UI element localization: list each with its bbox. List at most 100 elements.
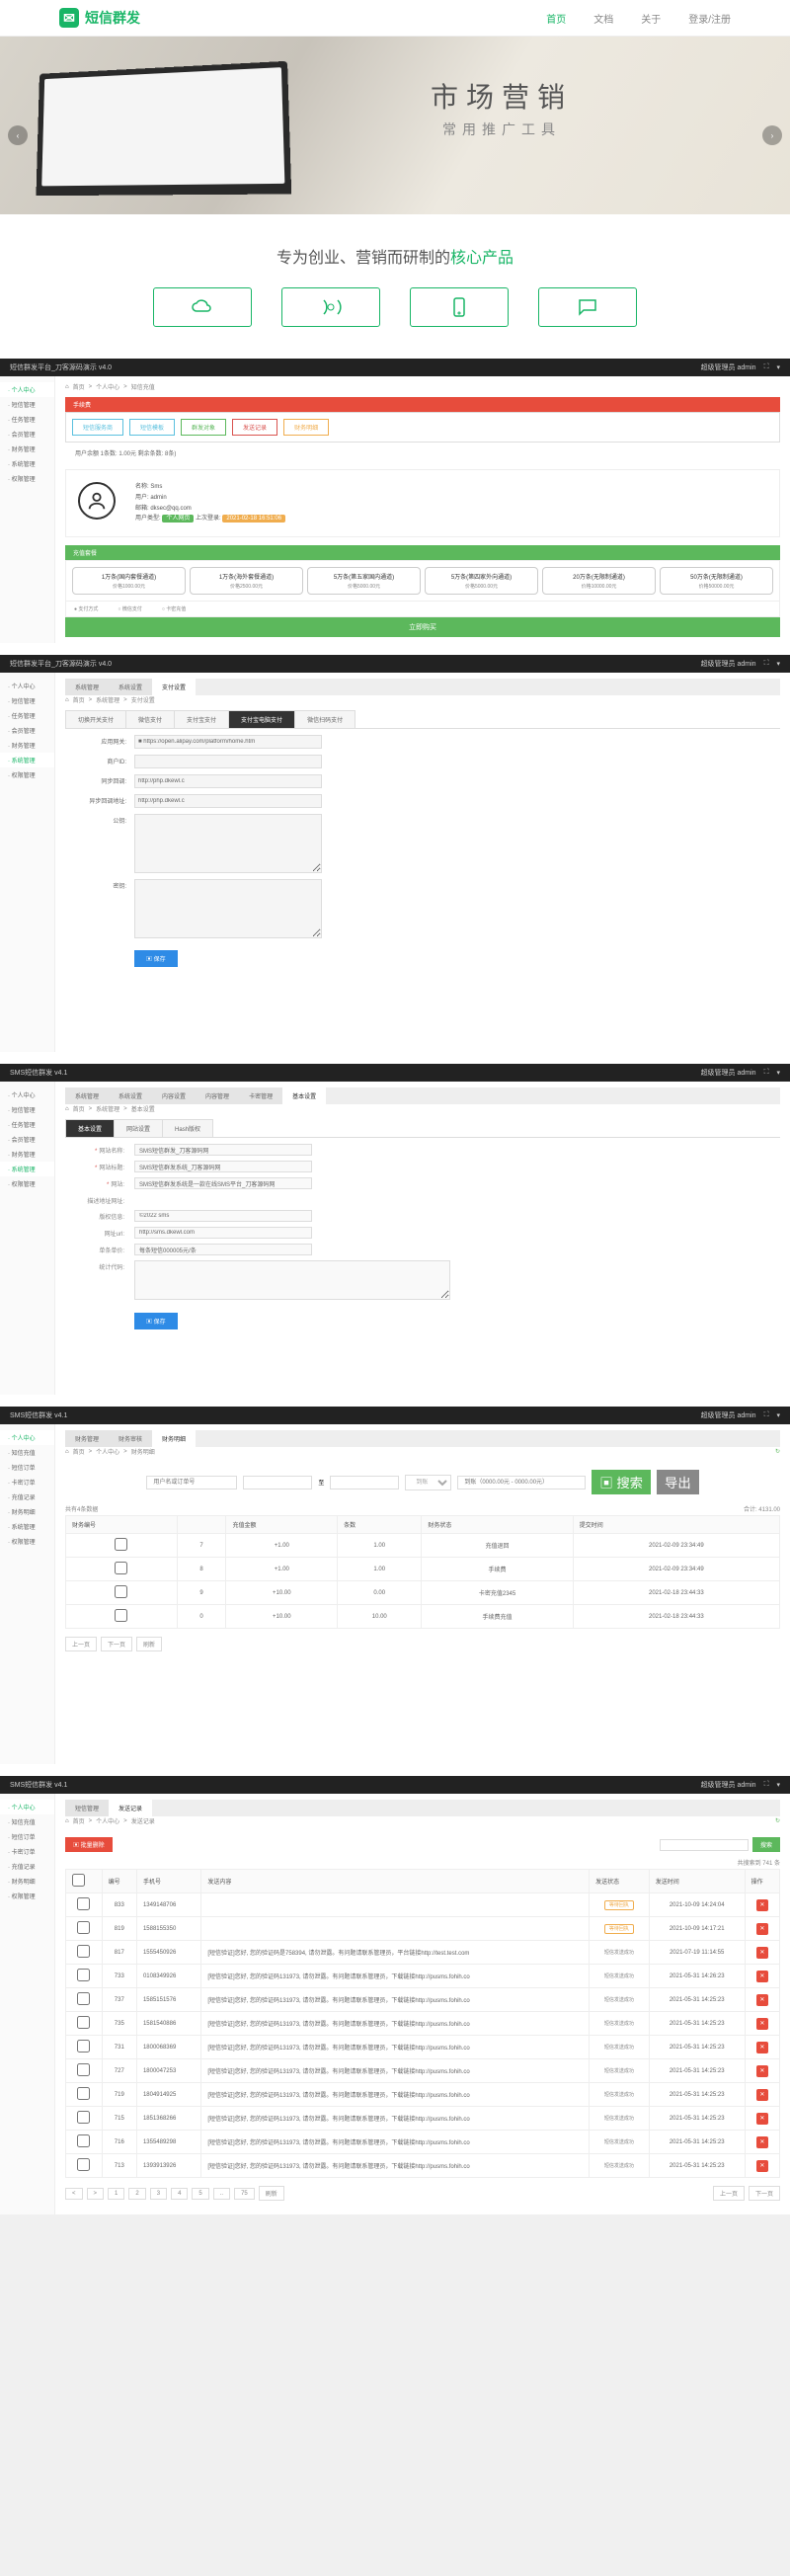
package-card[interactable]: 5万条(第四家外向通道)价格5000.00元 [425, 567, 538, 595]
product-card[interactable] [153, 287, 252, 327]
row-checkbox[interactable] [77, 1969, 90, 1981]
package-card[interactable]: 20万条(无限制通道)价格10000.00元 [542, 567, 656, 595]
delete-button[interactable]: ✕ [756, 2042, 768, 2053]
package-card[interactable]: 1万条(海外套餐通道)价格2500.00元 [190, 567, 303, 595]
nav-docs[interactable]: 文档 [593, 11, 613, 26]
form-input[interactable] [134, 1244, 312, 1255]
pay-option[interactable]: ● 支付方式 [74, 605, 98, 612]
row-checkbox[interactable] [77, 2111, 90, 2124]
form-input[interactable] [134, 794, 322, 808]
amount-input[interactable] [457, 1476, 586, 1489]
export-button[interactable]: 导出 [657, 1470, 699, 1494]
tab[interactable]: 财务明细 [152, 1430, 196, 1447]
expand-icon[interactable]: ⛶ [764, 1069, 769, 1077]
sidebar-item[interactable]: · 个人中心 [0, 1087, 54, 1102]
form-input[interactable] [134, 755, 322, 768]
tab[interactable]: 系统设置 [109, 1087, 152, 1104]
row-checkbox[interactable] [77, 2158, 90, 2171]
row-checkbox[interactable] [77, 1897, 90, 1910]
caret-down-icon[interactable]: ▾ [776, 363, 780, 371]
date-to-input[interactable] [330, 1476, 399, 1489]
delete-button[interactable]: ✕ [756, 2065, 768, 2077]
select-all-checkbox[interactable] [72, 1874, 85, 1887]
refresh-icon[interactable]: ↻ [775, 1817, 780, 1824]
row-checkbox[interactable] [115, 1562, 127, 1574]
row-checkbox[interactable] [77, 2134, 90, 2147]
user-label[interactable]: 超级管理员 admin [701, 659, 756, 669]
pager-button[interactable]: 4 [171, 2188, 188, 2200]
home-icon[interactable]: ⌂ [65, 1106, 69, 1112]
sidebar-item[interactable]: · 权限管理 [0, 1534, 54, 1549]
sidebar-item[interactable]: · 会员管理 [0, 723, 54, 738]
sidebar-item[interactable]: · 会员管理 [0, 1132, 54, 1147]
tab[interactable]: 系统管理 [65, 1087, 109, 1104]
sidebar-item[interactable]: · 个人中心 [0, 1800, 54, 1814]
search-button[interactable]: 搜索 [752, 1837, 780, 1852]
home-icon[interactable]: ⌂ [65, 1818, 69, 1824]
sidebar-item[interactable]: · 权限管理 [0, 1889, 54, 1903]
pager-button[interactable]: 1 [108, 2188, 124, 2200]
subtab[interactable]: 支付宝支付 [174, 710, 229, 728]
form-input[interactable] [134, 1210, 312, 1222]
sidebar-item[interactable]: · 知信充值 [0, 1445, 54, 1460]
sidebar-item[interactable]: · 系统管理 [0, 753, 54, 767]
sidebar-item[interactable]: · 权限管理 [0, 471, 54, 486]
sidebar-item[interactable]: · 充值记录 [0, 1489, 54, 1504]
tab[interactable]: 系统管理 [65, 679, 109, 695]
form-textarea[interactable] [134, 1260, 450, 1300]
row-checkbox[interactable] [77, 1945, 90, 1958]
expand-icon[interactable]: ⛶ [764, 660, 769, 668]
subtab[interactable]: 微信扫码支付 [294, 710, 356, 728]
pay-option[interactable]: ○ 微信支付 [118, 605, 141, 612]
date-from-input[interactable] [243, 1476, 312, 1489]
row-checkbox[interactable] [77, 1921, 90, 1934]
search-button[interactable]: ▣ 搜索 [592, 1470, 651, 1494]
keyword-input[interactable] [146, 1476, 237, 1489]
caret-down-icon[interactable]: ▾ [776, 1781, 780, 1789]
sidebar-item[interactable]: · 卡密订单 [0, 1844, 54, 1859]
row-checkbox[interactable] [77, 2087, 90, 2100]
tab[interactable]: 发送记录 [109, 1800, 152, 1816]
subtab[interactable]: Hash版权 [162, 1119, 213, 1137]
caret-down-icon[interactable]: ▾ [776, 1069, 780, 1077]
tab[interactable]: 群发对象 [181, 419, 226, 436]
refresh-icon[interactable]: ↻ [775, 1448, 780, 1455]
sidebar-item[interactable]: · 充值记录 [0, 1859, 54, 1874]
sidebar-item[interactable]: · 系统管理 [0, 456, 54, 471]
pay-option[interactable]: ○ 卡密充值 [162, 605, 186, 612]
home-icon[interactable]: ⌂ [65, 1449, 69, 1455]
form-input[interactable] [134, 735, 322, 749]
sidebar-item[interactable]: · 财务管理 [0, 1147, 54, 1162]
tab[interactable]: 财务管理 [65, 1430, 109, 1447]
pager-button[interactable]: 3 [150, 2188, 167, 2200]
row-checkbox[interactable] [77, 1992, 90, 2005]
pager-button[interactable]: 下一页 [749, 2186, 780, 2201]
tab[interactable]: 支付设置 [152, 679, 196, 695]
sidebar-item[interactable]: · 任务管理 [0, 708, 54, 723]
carousel-prev-icon[interactable]: ‹ [8, 125, 28, 145]
row-checkbox[interactable] [77, 2016, 90, 2029]
delete-button[interactable]: ✕ [756, 2136, 768, 2148]
form-input[interactable] [134, 1144, 312, 1156]
sidebar-item[interactable]: · 知信充值 [0, 1814, 54, 1829]
delete-button[interactable]: ✕ [756, 2089, 768, 2101]
sidebar-item[interactable]: · 个人中心 [0, 1430, 54, 1445]
delete-button[interactable]: ✕ [756, 1923, 768, 1935]
subtab[interactable]: 微信支付 [125, 710, 175, 728]
caret-down-icon[interactable]: ▾ [776, 660, 780, 668]
delete-button[interactable]: ✕ [756, 1971, 768, 1982]
package-card[interactable]: 50万条(无限制通道)价格50000.00元 [660, 567, 773, 595]
caret-down-icon[interactable]: ▾ [776, 1411, 780, 1419]
expand-icon[interactable]: ⛶ [764, 1411, 769, 1419]
form-input[interactable] [134, 1177, 312, 1189]
tab[interactable]: 短信服务商 [72, 419, 123, 436]
home-icon[interactable]: ⌂ [65, 697, 69, 703]
form-input[interactable] [134, 1161, 312, 1172]
tab[interactable]: 财务明细 [283, 419, 329, 436]
sidebar-item[interactable]: · 财务管理 [0, 442, 54, 456]
delete-button[interactable]: ✕ [756, 1899, 768, 1911]
sidebar-item[interactable]: · 财务管理 [0, 738, 54, 753]
pager-button[interactable]: .. [213, 2188, 230, 2200]
pager-button[interactable]: 上一页 [713, 2186, 745, 2201]
nav-about[interactable]: 关于 [641, 11, 661, 26]
